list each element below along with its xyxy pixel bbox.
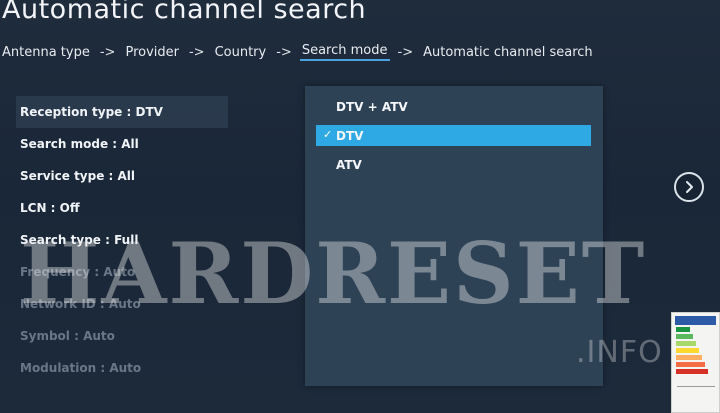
breadcrumb-item-search-mode[interactable]: Search mode bbox=[299, 43, 390, 61]
energy-label-footer bbox=[677, 386, 715, 406]
setting-modulation: Modulation : Auto bbox=[20, 361, 142, 375]
setting-reception-type[interactable]: Reception type : DTV bbox=[16, 96, 228, 128]
watermark-text: HARDRESET bbox=[20, 224, 647, 323]
dropdown-option-dtv[interactable]: ✓ DTV bbox=[316, 125, 591, 146]
breadcrumb-separator: -> bbox=[276, 44, 292, 60]
watermark-subtext: .INFO bbox=[576, 335, 663, 370]
energy-bar bbox=[676, 334, 693, 339]
breadcrumb-separator: -> bbox=[188, 44, 205, 60]
checkmark-icon: ✓ bbox=[323, 128, 333, 141]
energy-bar bbox=[676, 341, 696, 346]
breadcrumb: Antenna type -> Provider -> Country -> S… bbox=[0, 43, 595, 61]
energy-bar bbox=[676, 369, 708, 374]
energy-bar bbox=[676, 348, 699, 353]
setting-service-type[interactable]: Service type : All bbox=[16, 160, 228, 192]
dropdown-option-label: ATV bbox=[336, 157, 362, 172]
dropdown-option-label: DTV + ATV bbox=[336, 99, 408, 114]
setting-search-mode[interactable]: Search mode : All bbox=[16, 128, 228, 160]
breadcrumb-item-country[interactable]: Country bbox=[213, 45, 269, 60]
breadcrumb-separator: -> bbox=[99, 44, 116, 60]
energy-bar bbox=[676, 355, 702, 360]
breadcrumb-item-automatic-channel-search[interactable]: Automatic channel search bbox=[421, 45, 595, 60]
setting-symbol: Symbol : Auto bbox=[20, 329, 115, 343]
energy-label-header bbox=[675, 316, 716, 325]
breadcrumb-item-provider[interactable]: Provider bbox=[123, 45, 181, 60]
energy-bar bbox=[676, 362, 705, 367]
next-button[interactable] bbox=[674, 172, 704, 202]
dropdown-option-dtv-atv[interactable]: DTV + ATV bbox=[316, 96, 591, 117]
breadcrumb-item-antenna-type[interactable]: Antenna type bbox=[0, 45, 92, 60]
page-title: Automatic channel search bbox=[2, 0, 367, 25]
breadcrumb-separator: -> bbox=[397, 44, 414, 60]
setting-lcn[interactable]: LCN : Off bbox=[16, 192, 228, 224]
energy-label-sticker bbox=[671, 312, 720, 413]
dropdown-option-atv[interactable]: ATV bbox=[316, 154, 591, 175]
chevron-right-icon bbox=[686, 181, 693, 193]
energy-bar bbox=[676, 327, 690, 332]
